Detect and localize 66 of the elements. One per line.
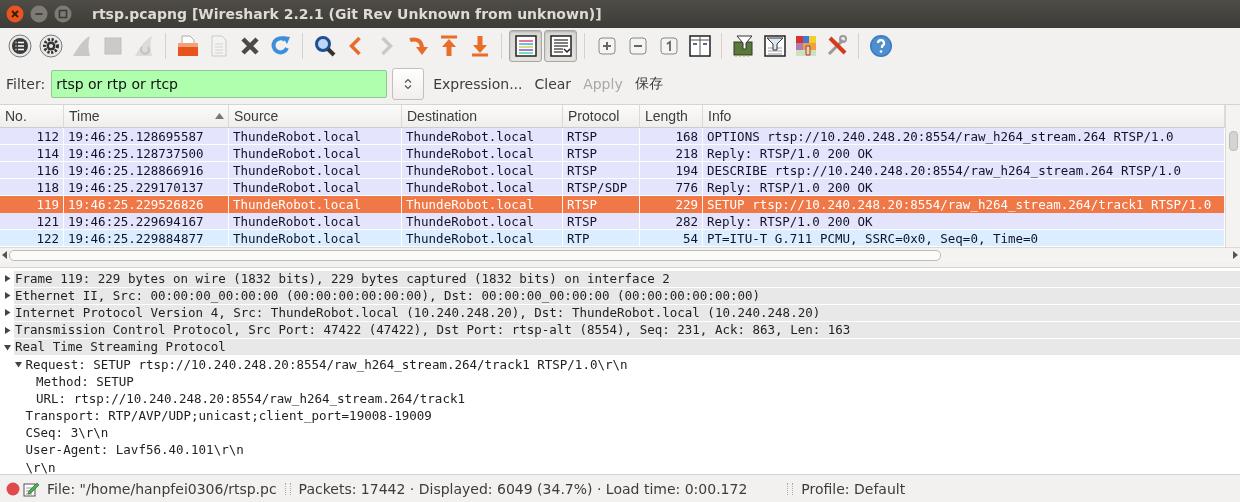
filter-action-button[interactable]: Clear: [529, 72, 577, 96]
filter-history-button[interactable]: [392, 68, 425, 100]
right-triangle-icon[interactable]: [4, 292, 11, 300]
profile-status[interactable]: Profile: Default: [801, 480, 906, 497]
down-triangle-icon[interactable]: [4, 343, 11, 351]
tree-item[interactable]: \r\n: [24, 459, 57, 474]
right-triangle-icon[interactable]: [4, 309, 11, 317]
window-title: rtsp.pcapng [Wireshark 2.2.1 (Git Rev Unknown from unknown)]: [92, 6, 602, 22]
tree-item[interactable]: CSeq: 3\r\n: [24, 425, 110, 442]
horizontal-scrollbar[interactable]: [0, 247, 1240, 262]
tree-item[interactable]: Method: SETUP: [35, 373, 135, 390]
vertical-scrollbar[interactable]: [1225, 105, 1240, 247]
column-header[interactable]: Source: [229, 105, 402, 127]
funnel-icon: [762, 34, 787, 58]
funnel-card-icon: [731, 34, 756, 58]
search-icon: [312, 34, 337, 58]
tree-item[interactable]: Ethernet II, Src: 00:00:00_00:00:00 (00:00:00:00:00:00), Dst: 00:00:00_00:00:00 (00:00:00:00:00:00): [14, 287, 1240, 304]
maximize-icon[interactable]: [54, 5, 72, 23]
right-triangle-icon[interactable]: [4, 326, 11, 334]
toolbar-button[interactable]: [544, 30, 577, 62]
packet-row[interactable]: 116 19:46:25.128866916 ThundeRobot.local ThundeRobot.local RTSP 194 DESCRIBE rtsp://10.240.248.20:8554/raw_h264_stream.264 RTSP/1.0: [0, 162, 1225, 179]
column-header[interactable]: Length: [640, 105, 703, 127]
tree-item[interactable]: User-Agent: Lavf56.40.101\r\n: [24, 442, 245, 459]
minimize-icon[interactable]: [30, 5, 48, 23]
tree-item[interactable]: Request: SETUP rtsp://10.240.248.20:8554/raw_h264_stream.264/track1 RTSP/1.0\r\n: [24, 356, 629, 373]
gear-icon: [38, 34, 63, 58]
columns-icon: [687, 34, 712, 58]
striped-list-icon: [513, 34, 538, 58]
column-header[interactable]: Time: [64, 105, 229, 127]
color-grid-icon: [793, 34, 818, 58]
right-chevron-icon: [380, 36, 393, 56]
filter-label: Filter:: [6, 76, 46, 92]
column-header[interactable]: Destination: [402, 105, 563, 127]
tree-item[interactable]: URL: rtsp://10.240.248.20:8554/raw_h264_stream.264/track1: [35, 390, 466, 407]
packet-row[interactable]: 112 19:46:25.128695587 ThundeRobot.local ThundeRobot.local RTSP 168 OPTIONS rtsp://10.240.248.20:8554/raw_h264_stream.264 RTSP/1.0: [0, 128, 1225, 145]
left-arrow-icon[interactable]: [2, 251, 7, 259]
status-dot-icon: [6, 481, 20, 496]
tree-item[interactable]: Transport: RTP/AVP/UDP;unicast;client_port=19008-19009: [24, 408, 433, 425]
right-arrow-icon[interactable]: [1233, 251, 1238, 259]
tree-item[interactable]: Transmission Control Protocol, Src Port: 47422 (47422), Dst Port: rtsp-alt (8554), Seq: 231, Ack: 863, Len: 163: [14, 322, 1240, 339]
up-down-caret-icon: [404, 78, 413, 90]
packet-row[interactable]: 118 19:46:25.229170137 ThundeRobot.local ThundeRobot.local RTSP/SDP 776 Reply: RTSP/1.0 200 OK: [0, 179, 1225, 196]
packet-row[interactable]: 114 19:46:25.128737500 ThundeRobot.local ThundeRobot.local RTSP 218 Reply: RTSP/1.0 200 OK: [0, 145, 1225, 162]
down-triangle-icon[interactable]: [14, 361, 22, 369]
sort-up-icon: [215, 113, 224, 119]
folder-icon: [175, 34, 200, 58]
right-triangle-icon[interactable]: [4, 275, 11, 283]
filter-action-button[interactable]: 保存: [629, 71, 668, 97]
scroll-list-icon: [548, 34, 573, 58]
column-header[interactable]: Protocol: [563, 105, 640, 127]
tree-item[interactable]: Frame 119: 229 bytes on wire (1832 bits), 229 bytes captured (1832 bits) on interface 2: [14, 270, 1240, 287]
column-header[interactable]: No.: [0, 105, 64, 127]
toolbar-button[interactable]: [509, 30, 542, 62]
filter-action-button[interactable]: Expression...: [428, 72, 528, 96]
close-icon[interactable]: [6, 5, 24, 23]
filter-field[interactable]: rtsp or rtp or rtcp: [51, 70, 388, 98]
list-icon: [7, 34, 32, 58]
file-status: File: "/home/hanpfei0306/rtsp.pc: [47, 480, 277, 497]
help-icon: [868, 34, 893, 58]
left-chevron-icon: [349, 36, 362, 56]
packet-row[interactable]: 122 19:46:25.229884877 ThundeRobot.local ThundeRobot.local RTP 54 PT=ITU-T G.711 PCMU, SSRC=0x0, Seq=0, Time=0: [0, 230, 1225, 247]
tree-item[interactable]: Real Time Streaming Protocol: [14, 339, 1240, 356]
edit-document-icon[interactable]: [23, 480, 39, 497]
tree-item[interactable]: Internet Protocol Version 4, Src: ThundeRobot.local (10.240.248.20), Dst: ThundeRobot.local (10.240.248.20): [14, 304, 1240, 321]
packet-row[interactable]: 121 19:46:25.229694167 ThundeRobot.local ThundeRobot.local RTSP 282 Reply: RTSP/1.0 200 OK: [0, 213, 1225, 230]
packet-counts: Packets: 17442 · Displayed: 6049 (34.7%) · Load time: 0:00.172: [298, 480, 748, 497]
